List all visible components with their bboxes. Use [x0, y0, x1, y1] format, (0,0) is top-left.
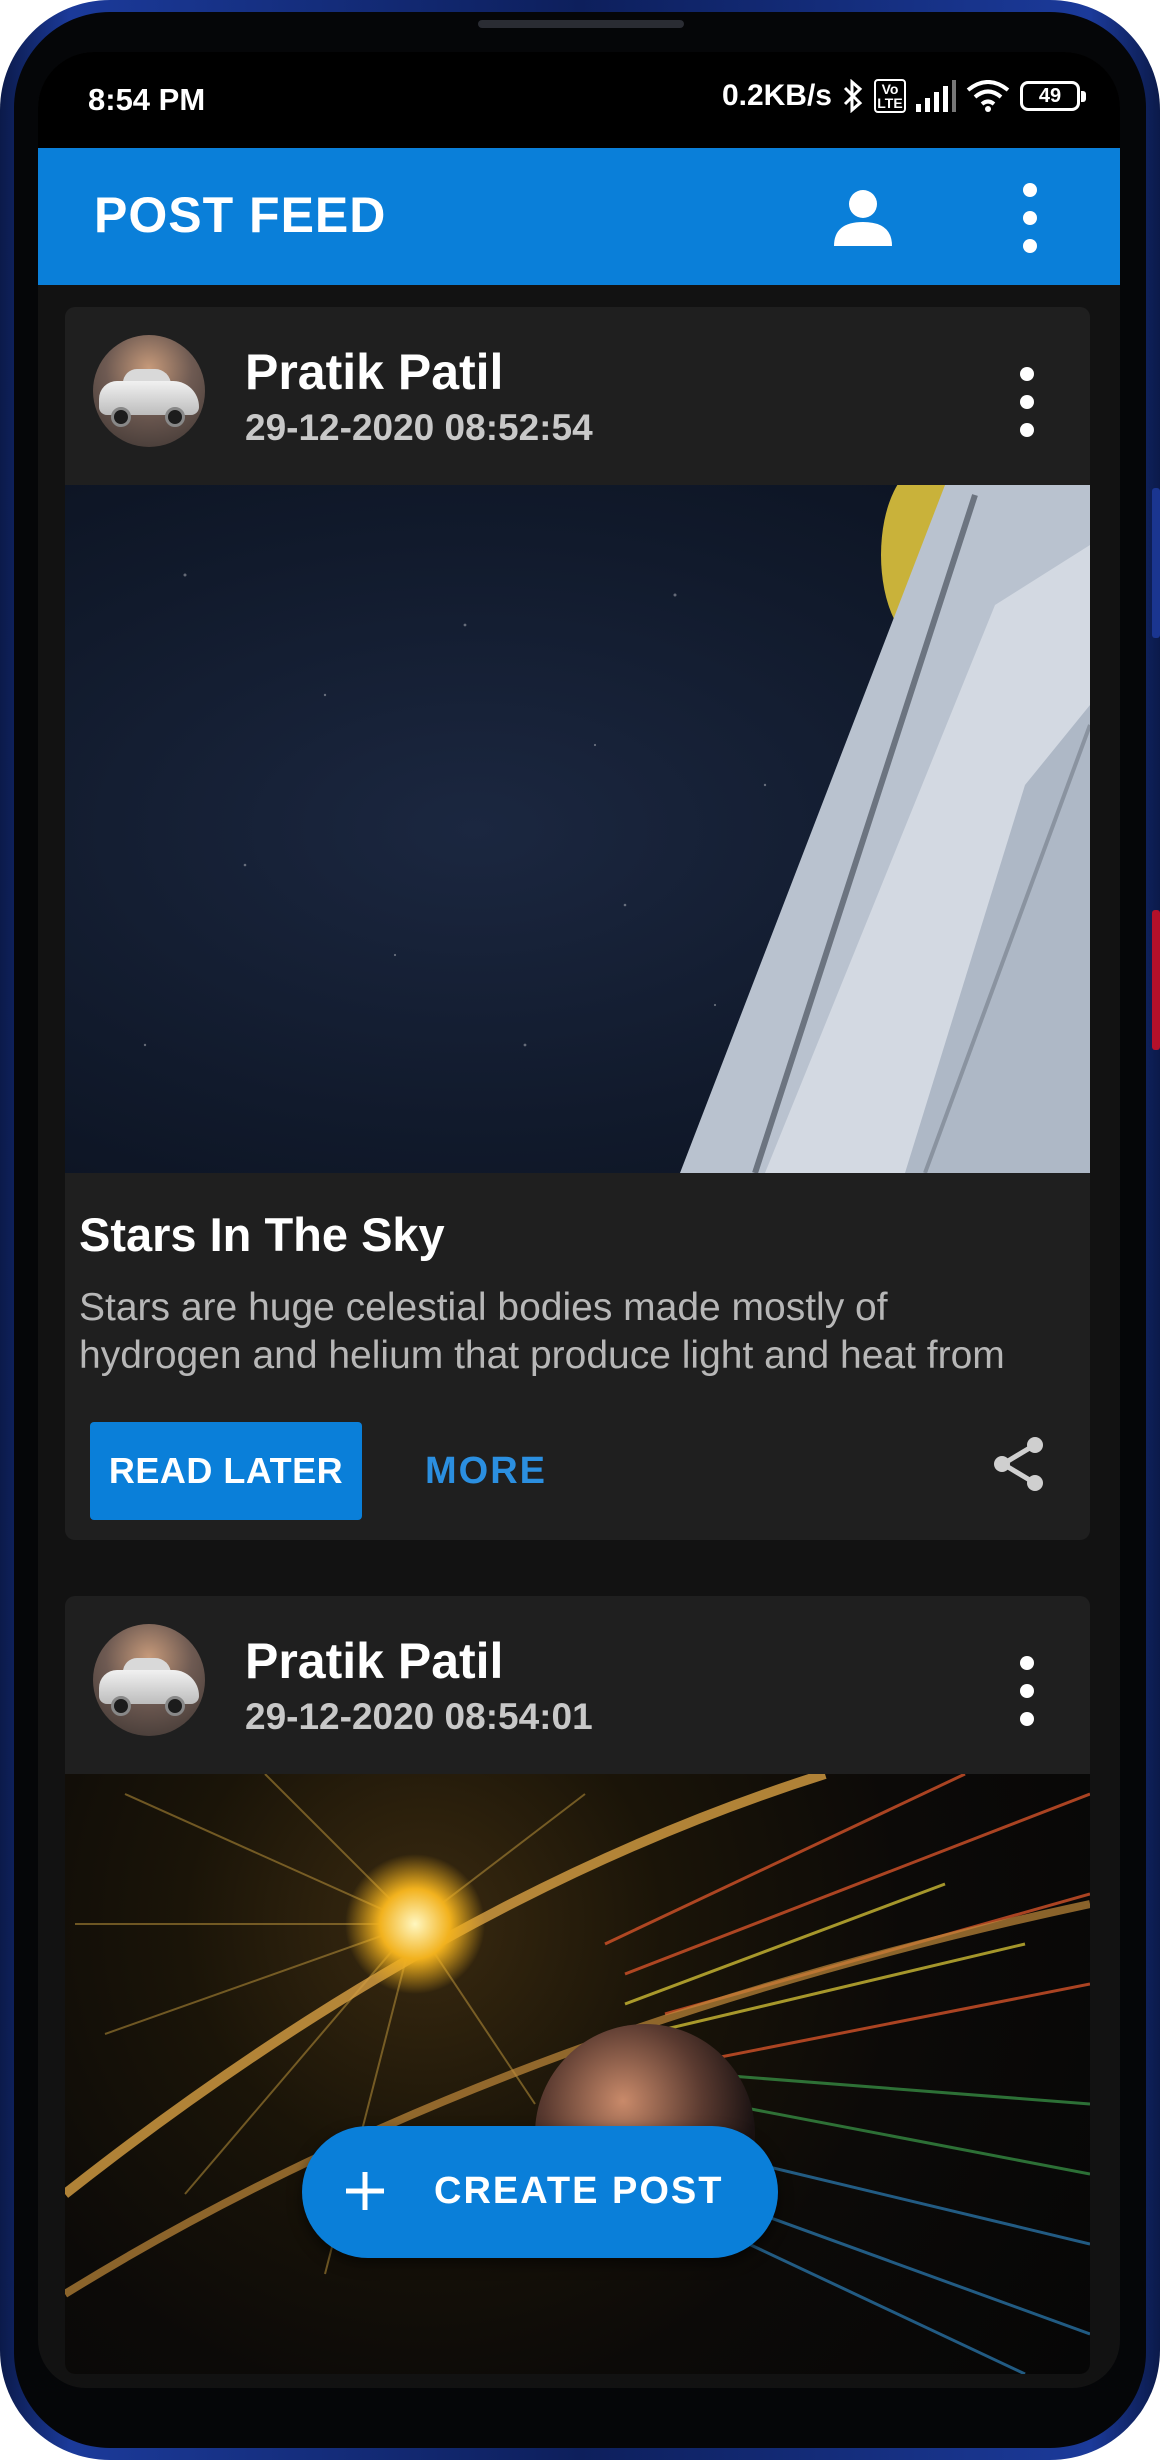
- phone-frame: 8:54 PM 0.2KB/s Vo LTE 49 POST FEED Prat…: [0, 0, 1160, 2460]
- plus-icon: [340, 2166, 390, 2216]
- app-bar: POST FEED: [38, 148, 1120, 285]
- power-button: [1152, 910, 1160, 1050]
- post-header: Pratik Patil 29-12-2020 08:52:54: [65, 307, 1090, 485]
- post-body: Stars are huge celestial bodies made mos…: [79, 1286, 1005, 1377]
- volume-button: [1152, 488, 1160, 638]
- avatar[interactable]: [93, 1624, 205, 1736]
- bluetooth-icon: [842, 79, 864, 113]
- post-actions: READ LATER MORE: [65, 1380, 1090, 1540]
- screen: 8:54 PM 0.2KB/s Vo LTE 49 POST FEED Prat…: [38, 52, 1120, 2388]
- status-bar: 8:54 PM 0.2KB/s Vo LTE 49: [38, 52, 1120, 148]
- overflow-menu-icon[interactable]: [1010, 178, 1050, 258]
- avatar[interactable]: [93, 335, 205, 447]
- post-author: Pratik Patil: [245, 344, 504, 400]
- post-card: Pratik Patil 29-12-2020 08:52:54 Stars I…: [65, 307, 1090, 1540]
- post-feed: Pratik Patil 29-12-2020 08:52:54 Stars I…: [65, 307, 1090, 2388]
- post-image[interactable]: [65, 485, 1090, 1173]
- read-later-button[interactable]: READ LATER: [90, 1422, 362, 1520]
- post-timestamp: 29-12-2020 08:54:01: [245, 1696, 593, 1737]
- post-menu-icon[interactable]: [1007, 1651, 1047, 1731]
- signal-icon: [916, 80, 956, 112]
- volte-icon: Vo LTE: [874, 79, 906, 113]
- post-image[interactable]: [65, 1774, 1090, 2374]
- network-speed: 0.2KB/s: [721, 79, 832, 112]
- post-title: Stars In The Sky: [79, 1208, 445, 1261]
- post-timestamp: 29-12-2020 08:52:54: [245, 407, 593, 448]
- post-menu-icon[interactable]: [1007, 362, 1047, 442]
- create-post-label: CREATE POST: [434, 2170, 724, 2212]
- wifi-icon: [966, 80, 1010, 112]
- share-icon[interactable]: [989, 1434, 1049, 1494]
- app-title: POST FEED: [94, 187, 387, 243]
- battery-icon: 49: [1020, 81, 1086, 111]
- post-header: Pratik Patil 29-12-2020 08:54:01: [65, 1596, 1090, 1774]
- post-author: Pratik Patil: [245, 1633, 504, 1689]
- earpiece-speaker: [478, 20, 684, 28]
- status-time: 8:54 PM: [88, 82, 206, 117]
- profile-icon[interactable]: [832, 186, 894, 248]
- status-icons: 0.2KB/s Vo LTE 49: [721, 79, 1086, 113]
- more-button[interactable]: MORE: [411, 1422, 561, 1520]
- create-post-button[interactable]: CREATE POST: [302, 2126, 778, 2258]
